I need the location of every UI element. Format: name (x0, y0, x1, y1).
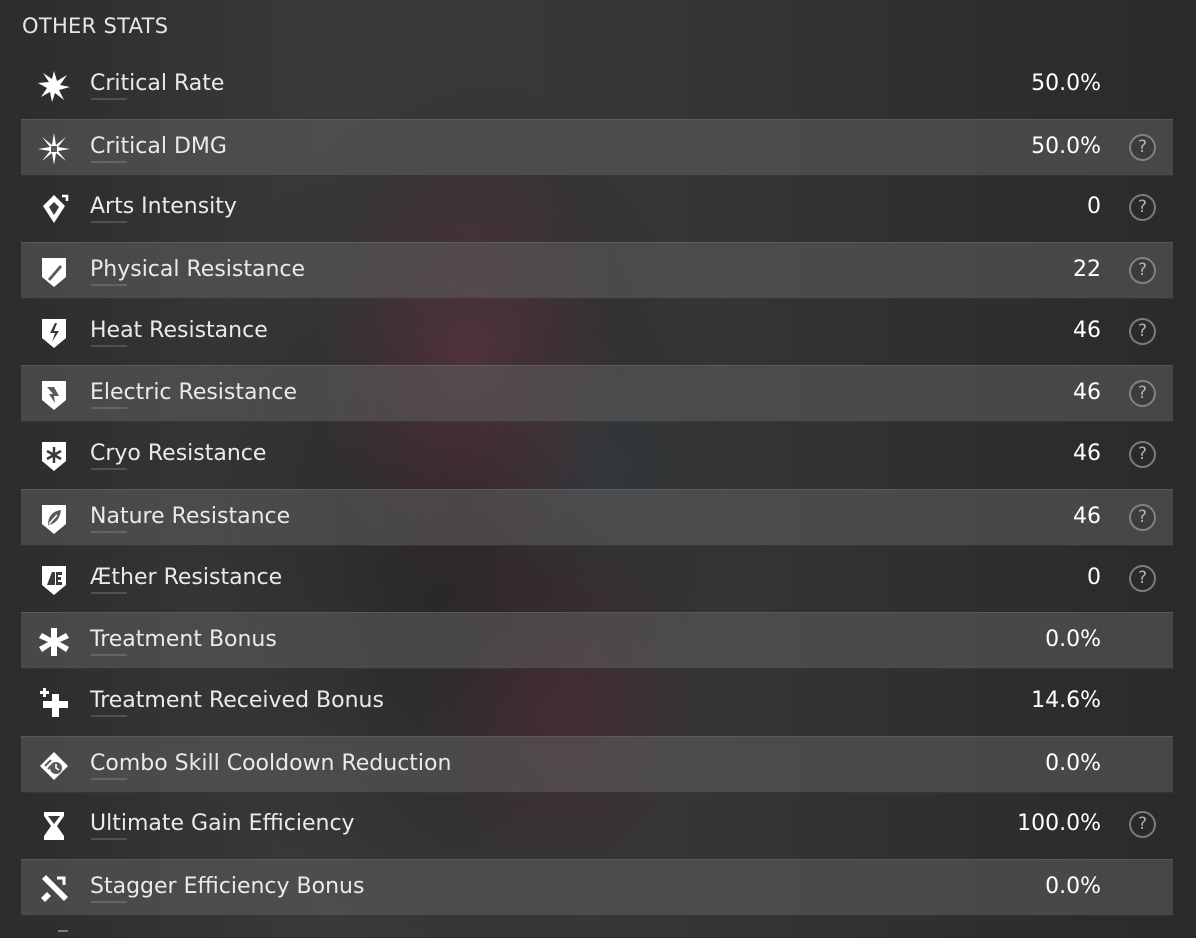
stat-row-critical-dmg: Critical DMG 50.0% ? (21, 118, 1173, 176)
help-icon[interactable]: ? (1129, 133, 1156, 161)
stat-row-arts-intensity: Arts Intensity 0 ? (21, 180, 1173, 237)
stat-value: 0 (1087, 194, 1101, 220)
help-icon[interactable]: ? (1129, 257, 1156, 285)
stat-sublabel-mark (91, 900, 127, 903)
help-icon[interactable]: ? (1129, 317, 1156, 345)
stat-label: Critical Rate (90, 71, 225, 96)
treatment-received-bonus-icon (37, 686, 71, 720)
help-icon[interactable]: ? (1129, 503, 1156, 531)
stat-value: 0.0% (1045, 750, 1101, 776)
stat-row-ultimate-gain-efficiency: Ultimate Gain Efficiency 100.0% ? (21, 797, 1173, 854)
stat-sublabel-mark (91, 344, 127, 347)
stagger-efficiency-icon (37, 872, 71, 906)
stat-sublabel-mark (91, 654, 127, 657)
treatment-bonus-icon (37, 625, 71, 659)
heat-resistance-icon (37, 316, 71, 350)
stat-label: Nature Resistance (90, 503, 291, 529)
stat-label: Arts Intensity (90, 194, 237, 220)
stat-row-physical-resistance: Physical Resistance 22 ? (21, 242, 1173, 300)
stat-row-electric-resistance: Electric Resistance 46 ? (21, 365, 1173, 423)
stat-sublabel-mark (91, 160, 127, 163)
stat-label: Heat Resistance (90, 317, 268, 343)
stat-value: 46 (1073, 317, 1101, 343)
arts-intensity-icon (37, 192, 71, 226)
stat-row-aether-resistance: Æther Resistance 0 ? (21, 551, 1173, 608)
stat-row-heat-resistance: Heat Resistance 46 ? (21, 304, 1173, 361)
hourglass-icon (37, 809, 71, 843)
stat-label: Critical DMG (90, 133, 227, 159)
stat-label: Cryo Resistance (90, 441, 267, 467)
stat-label: Treatment Received Bonus (90, 687, 384, 713)
stat-sublabel-mark (91, 468, 127, 471)
stat-row-treatment-received-bonus: Treatment Received Bonus 14.6% (21, 674, 1173, 731)
electric-resistance-icon (37, 378, 71, 412)
stat-label: Combo Skill Cooldown Reduction (90, 750, 452, 776)
stat-label: Treatment Bonus (90, 627, 277, 653)
stats-list: Critical Rate 50.0% Critical DMG 50.0% ?… (21, 57, 1173, 921)
stat-row-combo-skill-cooldown-reduction: Combo Skill Cooldown Reduction 0.0% (21, 735, 1173, 793)
stat-sublabel-mark (91, 221, 127, 224)
stat-sublabel-mark (91, 530, 127, 533)
help-icon[interactable]: ? (1129, 811, 1156, 839)
stat-label: Ultimate Gain Efficiency (90, 811, 355, 837)
stat-sublabel-mark (91, 714, 127, 717)
critical-dmg-icon (37, 132, 71, 166)
stat-label: Æther Resistance (90, 564, 283, 590)
stat-sublabel-mark (91, 284, 127, 287)
stat-value: 46 (1073, 503, 1101, 529)
stat-label: Stagger Efficiency Bonus (90, 873, 365, 899)
stat-sublabel-mark (91, 591, 127, 594)
help-icon[interactable]: ? (1129, 194, 1156, 222)
stat-value: 46 (1073, 380, 1101, 406)
help-icon[interactable]: ? (1129, 380, 1156, 408)
physical-resistance-icon (37, 255, 71, 289)
help-icon[interactable]: ? (1129, 441, 1156, 469)
stat-value: 100.0% (1017, 811, 1101, 837)
stat-row-cryo-resistance: Cryo Resistance 46 ? (21, 427, 1173, 484)
section-title: OTHER STATS (22, 14, 169, 38)
stat-label: Electric Resistance (90, 380, 298, 406)
combo-skill-cooldown-icon (37, 749, 71, 783)
stat-row-nature-resistance: Nature Resistance 46 ? (21, 488, 1173, 546)
stat-row-treatment-bonus: Treatment Bonus 0.0% (21, 612, 1173, 670)
stat-value: 0 (1087, 564, 1101, 590)
stat-sublabel-mark (91, 98, 127, 100)
stat-row-critical-rate: Critical Rate 50.0% (21, 57, 1173, 114)
stat-value: 22 (1073, 257, 1101, 283)
stat-value: 50.0% (1031, 133, 1101, 159)
stat-value: 14.6% (1031, 687, 1101, 713)
stat-row-stagger-efficiency-bonus: Stagger Efficiency Bonus 0.0% (21, 858, 1173, 916)
stat-value: 46 (1073, 441, 1101, 467)
critical-rate-icon (37, 69, 71, 103)
stat-sublabel-mark (91, 838, 127, 841)
aether-resistance-icon (37, 563, 71, 597)
stat-value: 0.0% (1045, 873, 1101, 899)
stat-sublabel-mark (91, 777, 127, 780)
stat-value: 0.0% (1045, 627, 1101, 653)
stat-sublabel-mark (91, 407, 127, 410)
help-icon[interactable]: ? (1129, 564, 1156, 592)
nature-resistance-icon (37, 502, 71, 536)
cryo-resistance-icon (37, 439, 71, 473)
other-stats-panel: OTHER STATS Critical Rate 50.0% Critical… (0, 0, 1196, 937)
stat-value: 50.0% (1031, 71, 1101, 96)
stat-label: Physical Resistance (90, 257, 306, 283)
